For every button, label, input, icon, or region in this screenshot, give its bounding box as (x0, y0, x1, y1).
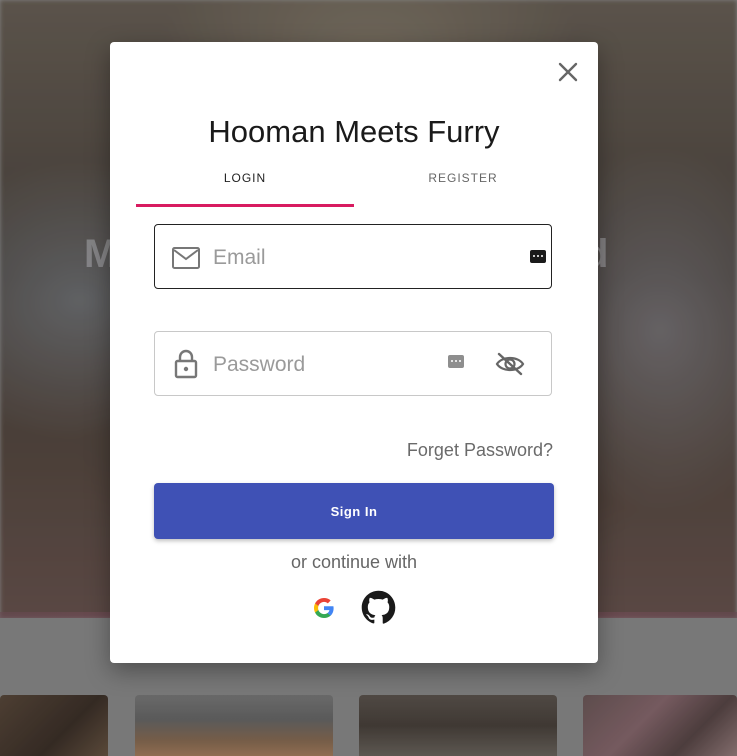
password-field[interactable] (154, 331, 552, 396)
close-icon[interactable] (556, 60, 580, 84)
password-manager-icon[interactable] (530, 250, 546, 263)
login-modal: Hooman Meets Furry LOGIN REGISTER Email … (110, 42, 598, 663)
mail-icon (171, 245, 201, 271)
forgot-password-link[interactable]: Forget Password? (350, 440, 553, 461)
or-continue-label: or continue with (290, 552, 418, 572)
sign-in-button[interactable]: Sign In (154, 483, 554, 539)
modal-title: Hooman Meets Furry (208, 114, 500, 149)
page: M d Hooman Meets Furry LOGIN REGISTER (0, 0, 737, 756)
password-manager-icon[interactable] (448, 355, 464, 368)
google-icon[interactable] (312, 596, 336, 620)
lock-icon (171, 348, 201, 379)
auth-tabs: LOGIN REGISTER (136, 162, 572, 207)
password-input[interactable] (211, 348, 435, 382)
email-input[interactable] (211, 241, 465, 275)
email-field[interactable] (154, 224, 552, 289)
tab-register[interactable]: REGISTER (354, 162, 572, 207)
eye-off-icon[interactable] (495, 350, 525, 378)
tab-active-indicator (136, 204, 354, 207)
tab-login[interactable]: LOGIN (136, 162, 354, 207)
github-icon[interactable] (361, 590, 396, 625)
